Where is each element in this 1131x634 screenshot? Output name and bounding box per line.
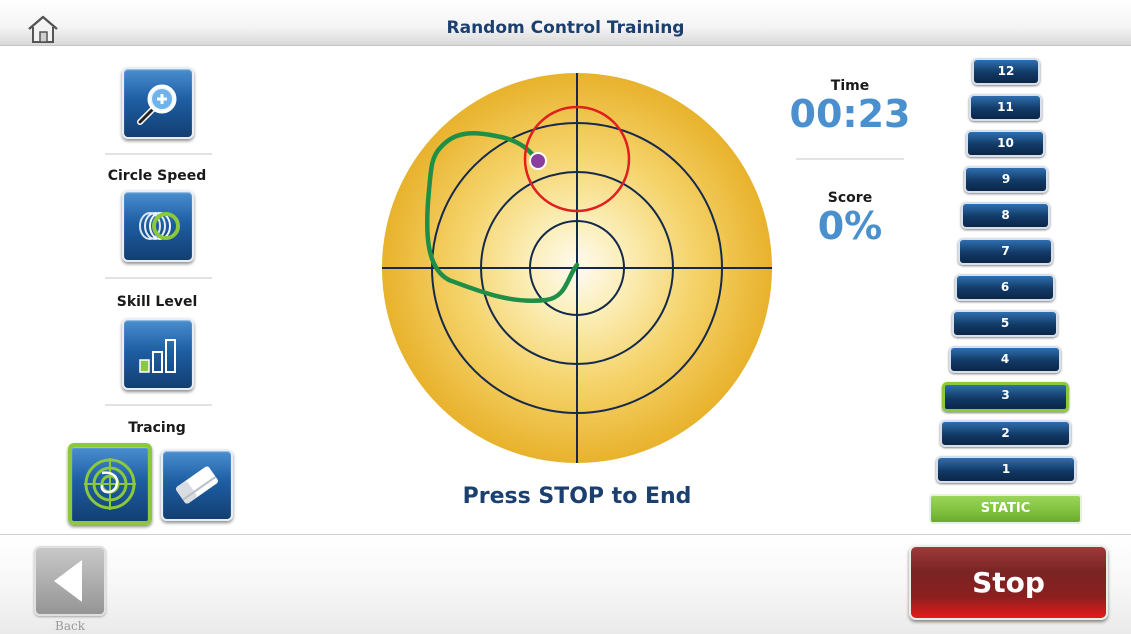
cursor-marker — [529, 152, 547, 170]
level-7-button[interactable]: 7 — [958, 238, 1053, 265]
target-trace-icon — [84, 458, 136, 510]
zoom-in-icon — [137, 84, 177, 125]
back-button[interactable] — [34, 546, 106, 616]
score-value: 0% — [817, 204, 883, 248]
stop-button[interactable]: Stop — [909, 545, 1108, 620]
level-8-button[interactable]: 8 — [961, 202, 1050, 229]
level-5-button[interactable]: 5 — [952, 310, 1058, 337]
level-1-button[interactable]: 1 — [936, 456, 1076, 483]
page-title: Random Control Training — [446, 18, 685, 38]
tracing-label: Tracing — [128, 420, 186, 436]
skill-level-button[interactable] — [122, 318, 194, 390]
level-9-button[interactable]: 9 — [964, 166, 1048, 193]
time-value: 00:23 — [789, 92, 911, 136]
title-bar: Random Control Training — [0, 0, 1131, 46]
target-area[interactable] — [381, 72, 773, 464]
eraser-button[interactable] — [161, 449, 233, 521]
circle-speed-label: Circle Speed — [107, 168, 207, 184]
left-divider — [105, 153, 212, 155]
status-message: Press STOP to End — [462, 484, 692, 509]
static-level-button[interactable]: STATIC — [929, 494, 1082, 524]
eraser-icon — [176, 466, 218, 504]
back-arrow-icon — [54, 560, 82, 602]
level-12-button[interactable]: 12 — [972, 58, 1040, 85]
level-2-button[interactable]: 2 — [940, 420, 1071, 447]
left-divider — [105, 404, 212, 406]
level-10-button[interactable]: 10 — [966, 130, 1045, 157]
stats-divider — [796, 158, 904, 160]
level-4-button[interactable]: 4 — [949, 346, 1061, 373]
left-divider — [105, 277, 212, 279]
skill-level-label: Skill Level — [116, 294, 198, 310]
circle-speed-button[interactable] — [122, 190, 194, 262]
zoom-button[interactable] — [122, 67, 194, 139]
circle-speed-icon — [139, 212, 180, 240]
bar-chart-icon — [139, 339, 176, 373]
level-3-button[interactable]: 3 — [942, 382, 1069, 412]
level-6-button[interactable]: 6 — [955, 274, 1055, 301]
back-label: Back — [55, 619, 85, 633]
level-11-button[interactable]: 11 — [969, 94, 1042, 121]
trace-toggle-button[interactable] — [68, 443, 152, 525]
